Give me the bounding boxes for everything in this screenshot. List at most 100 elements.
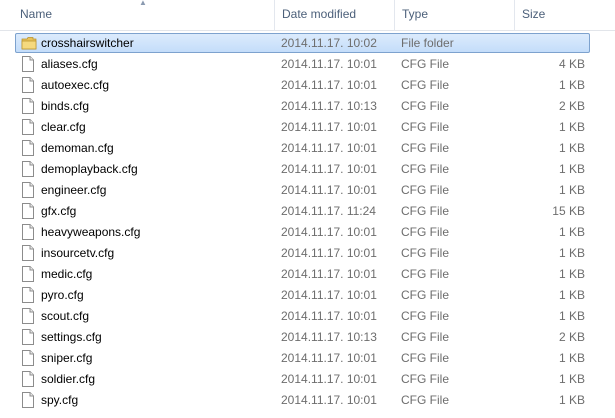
file-type: CFG File — [401, 393, 449, 407]
file-row[interactable]: soldier.cfg 2014.11.17. 10:01 CFG File 1 KB — [15, 369, 590, 389]
file-type: CFG File — [401, 204, 449, 218]
file-icon — [21, 77, 35, 93]
file-name: scout.cfg — [41, 309, 90, 323]
file-type: CFG File — [401, 288, 449, 302]
file-name: crosshairswitcher — [41, 36, 134, 50]
file-row[interactable]: heavyweapons.cfg 2014.11.17. 10:01 CFG Fil… — [15, 222, 590, 242]
column-header-type[interactable]: Type — [394, 0, 514, 30]
file-type: CFG File — [401, 267, 449, 281]
file-date-modified: 2014.11.17. 10:01 — [281, 351, 377, 365]
file-date-modified: 2014.11.17. 10:01 — [281, 393, 377, 407]
column-header-name[interactable]: Name — [12, 0, 274, 30]
file-date-modified: 2014.11.17. 10:01 — [281, 141, 377, 155]
file-icon — [21, 245, 35, 261]
file-row[interactable]: demoman.cfg 2014.11.17. 10:01 CFG File 1 KB — [15, 138, 590, 158]
file-date-modified: 2014.11.17. 10:01 — [281, 78, 377, 92]
file-size: 4 KB — [558, 57, 585, 71]
file-name: gfx.cfg — [41, 204, 77, 218]
file-row[interactable]: binds.cfg 2014.11.17. 10:13 CFG File 2 KB — [15, 96, 590, 116]
file-row[interactable]: autoexec.cfg 2014.11.17. 10:01 CFG File 1 K… — [15, 75, 590, 95]
file-size: 1 KB — [558, 162, 585, 176]
file-row[interactable]: scout.cfg 2014.11.17. 10:01 CFG File 1 KB — [15, 306, 590, 326]
file-name: demoplayback.cfg — [41, 162, 138, 176]
file-row[interactable]: aliases.cfg 2014.11.17. 10:01 CFG File 4 KB — [15, 54, 590, 74]
file-size: 2 KB — [558, 330, 585, 344]
file-size: 1 KB — [558, 246, 585, 260]
file-icon — [21, 266, 35, 282]
file-name: heavyweapons.cfg — [41, 225, 141, 239]
file-type: CFG File — [401, 141, 449, 155]
file-type: CFG File — [401, 372, 449, 386]
file-size: 1 KB — [558, 309, 585, 323]
file-date-modified: 2014.11.17. 10:13 — [281, 99, 377, 113]
file-type: CFG File — [401, 246, 449, 260]
file-size: 1 KB — [558, 267, 585, 281]
file-row[interactable]: sniper.cfg 2014.11.17. 10:01 CFG File 1 KB — [15, 348, 590, 368]
file-row[interactable]: medic.cfg 2014.11.17. 10:01 CFG File 1 KB — [15, 264, 590, 284]
file-type: CFG File — [401, 330, 449, 344]
file-type: File folder — [401, 36, 454, 50]
file-row[interactable]: settings.cfg 2014.11.17. 10:13 CFG File 2 K… — [15, 327, 590, 347]
file-icon — [21, 350, 35, 366]
file-type: CFG File — [401, 99, 449, 113]
file-date-modified: 2014.11.17. 10:13 — [281, 330, 377, 344]
file-date-modified: 2014.11.17. 10:01 — [281, 183, 377, 197]
file-name: insourcetv.cfg — [41, 246, 115, 260]
column-header-size[interactable]: Size — [514, 0, 615, 30]
file-date-modified: 2014.11.17. 11:24 — [281, 204, 376, 218]
file-icon — [21, 56, 35, 72]
file-size: 2 KB — [558, 99, 585, 113]
file-type: CFG File — [401, 57, 449, 71]
file-size: 1 KB — [558, 372, 585, 386]
file-row[interactable]: clear.cfg 2014.11.17. 10:01 CFG File 1 KB — [15, 117, 590, 137]
file-date-modified: 2014.11.17. 10:01 — [281, 225, 377, 239]
folder-row[interactable]: crosshairswitcher 2014.11.17. 10:02 File f… — [15, 33, 590, 53]
file-type: CFG File — [401, 225, 449, 239]
file-icon — [21, 371, 35, 387]
file-size: 1 KB — [558, 183, 585, 197]
file-row[interactable]: gfx.cfg 2014.11.17. 11:24 CFG File 15 KB — [15, 201, 590, 221]
file-name: soldier.cfg — [41, 372, 96, 386]
file-row[interactable]: spy.cfg 2014.11.17. 10:01 CFG File 1 KB — [15, 390, 590, 410]
file-icon — [21, 287, 35, 303]
file-date-modified: 2014.11.17. 10:01 — [281, 267, 377, 281]
file-icon — [21, 182, 35, 198]
file-icon — [21, 161, 35, 177]
file-icon — [21, 329, 35, 345]
file-row[interactable]: demoplayback.cfg 2014.11.17. 10:01 CFG Fil… — [15, 159, 590, 179]
file-date-modified: 2014.11.17. 10:01 — [281, 288, 377, 302]
file-date-modified: 2014.11.17. 10:01 — [281, 162, 377, 176]
file-name: pyro.cfg — [41, 288, 84, 302]
file-name: sniper.cfg — [41, 351, 93, 365]
file-icon — [21, 98, 35, 114]
file-row[interactable]: pyro.cfg 2014.11.17. 10:01 CFG File 1 KB — [15, 285, 590, 305]
file-size: 1 KB — [558, 78, 585, 92]
file-icon — [21, 203, 35, 219]
file-size: 1 KB — [558, 288, 585, 302]
file-size: 1 KB — [558, 141, 585, 155]
column-header-date-modified[interactable]: Date modified — [274, 0, 394, 30]
folder-icon — [21, 35, 37, 51]
file-icon — [21, 308, 35, 324]
file-size: 1 KB — [558, 351, 585, 365]
file-icon — [21, 392, 35, 408]
file-row[interactable]: insourcetv.cfg 2014.11.17. 10:01 CFG File 1… — [15, 243, 590, 263]
file-row[interactable]: engineer.cfg 2014.11.17. 10:01 CFG File 1 K… — [15, 180, 590, 200]
file-size: 15 KB — [552, 204, 585, 218]
file-name: demoman.cfg — [41, 141, 114, 155]
file-type: CFG File — [401, 309, 449, 323]
file-icon — [21, 119, 35, 135]
file-name: spy.cfg — [41, 393, 79, 407]
file-size: 1 KB — [558, 393, 585, 407]
file-type: CFG File — [401, 78, 449, 92]
file-date-modified: 2014.11.17. 10:01 — [281, 309, 377, 323]
column-header: ▲ Name Date modified Type Size — [0, 0, 615, 31]
file-size: 1 KB — [558, 120, 585, 134]
file-type: CFG File — [401, 183, 449, 197]
file-name: autoexec.cfg — [41, 78, 110, 92]
file-date-modified: 2014.11.17. 10:01 — [281, 120, 377, 134]
file-date-modified: 2014.11.17. 10:01 — [281, 246, 377, 260]
file-type: CFG File — [401, 351, 449, 365]
file-icon — [21, 140, 35, 156]
file-type: CFG File — [401, 162, 449, 176]
